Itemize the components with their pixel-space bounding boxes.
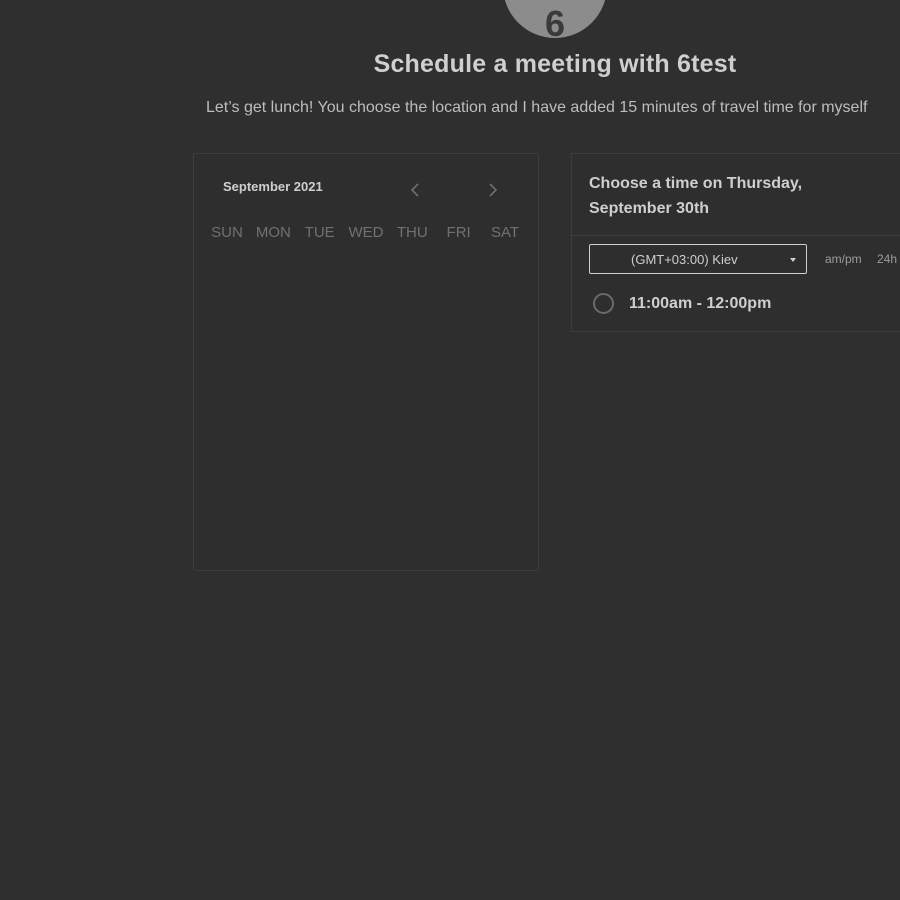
weekday-wed: WED [348, 224, 384, 241]
timezone-value: (GMT+03:00) Kiev [631, 252, 738, 267]
caret-down-icon [790, 258, 796, 262]
next-month-button[interactable] [482, 180, 502, 200]
divider [572, 235, 900, 236]
weekday-mon: MON [255, 224, 291, 241]
month-label: September 2021 [223, 179, 323, 194]
weekday-sun: SUN [211, 224, 243, 241]
weekday-fri: FRI [446, 224, 471, 241]
prev-month-button[interactable] [406, 180, 426, 200]
time-slot[interactable]: 11:00am - 12:00pm [593, 293, 771, 314]
date-picker: September 2021 SUN MON TUE WED THU FRI S… [193, 153, 539, 571]
time-slot-label: 11:00am - 12:00pm [629, 294, 772, 312]
page-title: Schedule a meeting with 6test [373, 50, 737, 78]
weekday-tue: TUE [304, 224, 335, 241]
weekday-thu: THU [396, 224, 428, 241]
weekday-header: SUN MON TUE WED THU FRI SAT [204, 224, 528, 241]
page-subtitle: Let’s get lunch! You choose the location… [206, 99, 868, 116]
format-ampm-toggle[interactable]: am/pm [825, 252, 862, 266]
time-slot-panel: Choose a time on Thursday, September 30t… [571, 153, 900, 332]
host-avatar: 6 [503, 0, 607, 38]
avatar-initial: 6 [544, 3, 566, 38]
chevron-right-icon [489, 183, 498, 197]
timezone-select[interactable]: (GMT+03:00) Kiev [589, 244, 807, 274]
chevron-left-icon [410, 183, 419, 197]
weekday-sat: SAT [490, 224, 519, 241]
time-panel-heading: Choose a time on Thursday, September 30t… [589, 175, 803, 217]
format-24h-toggle[interactable]: 24h [877, 252, 897, 266]
radio-circle-icon[interactable] [593, 293, 614, 314]
